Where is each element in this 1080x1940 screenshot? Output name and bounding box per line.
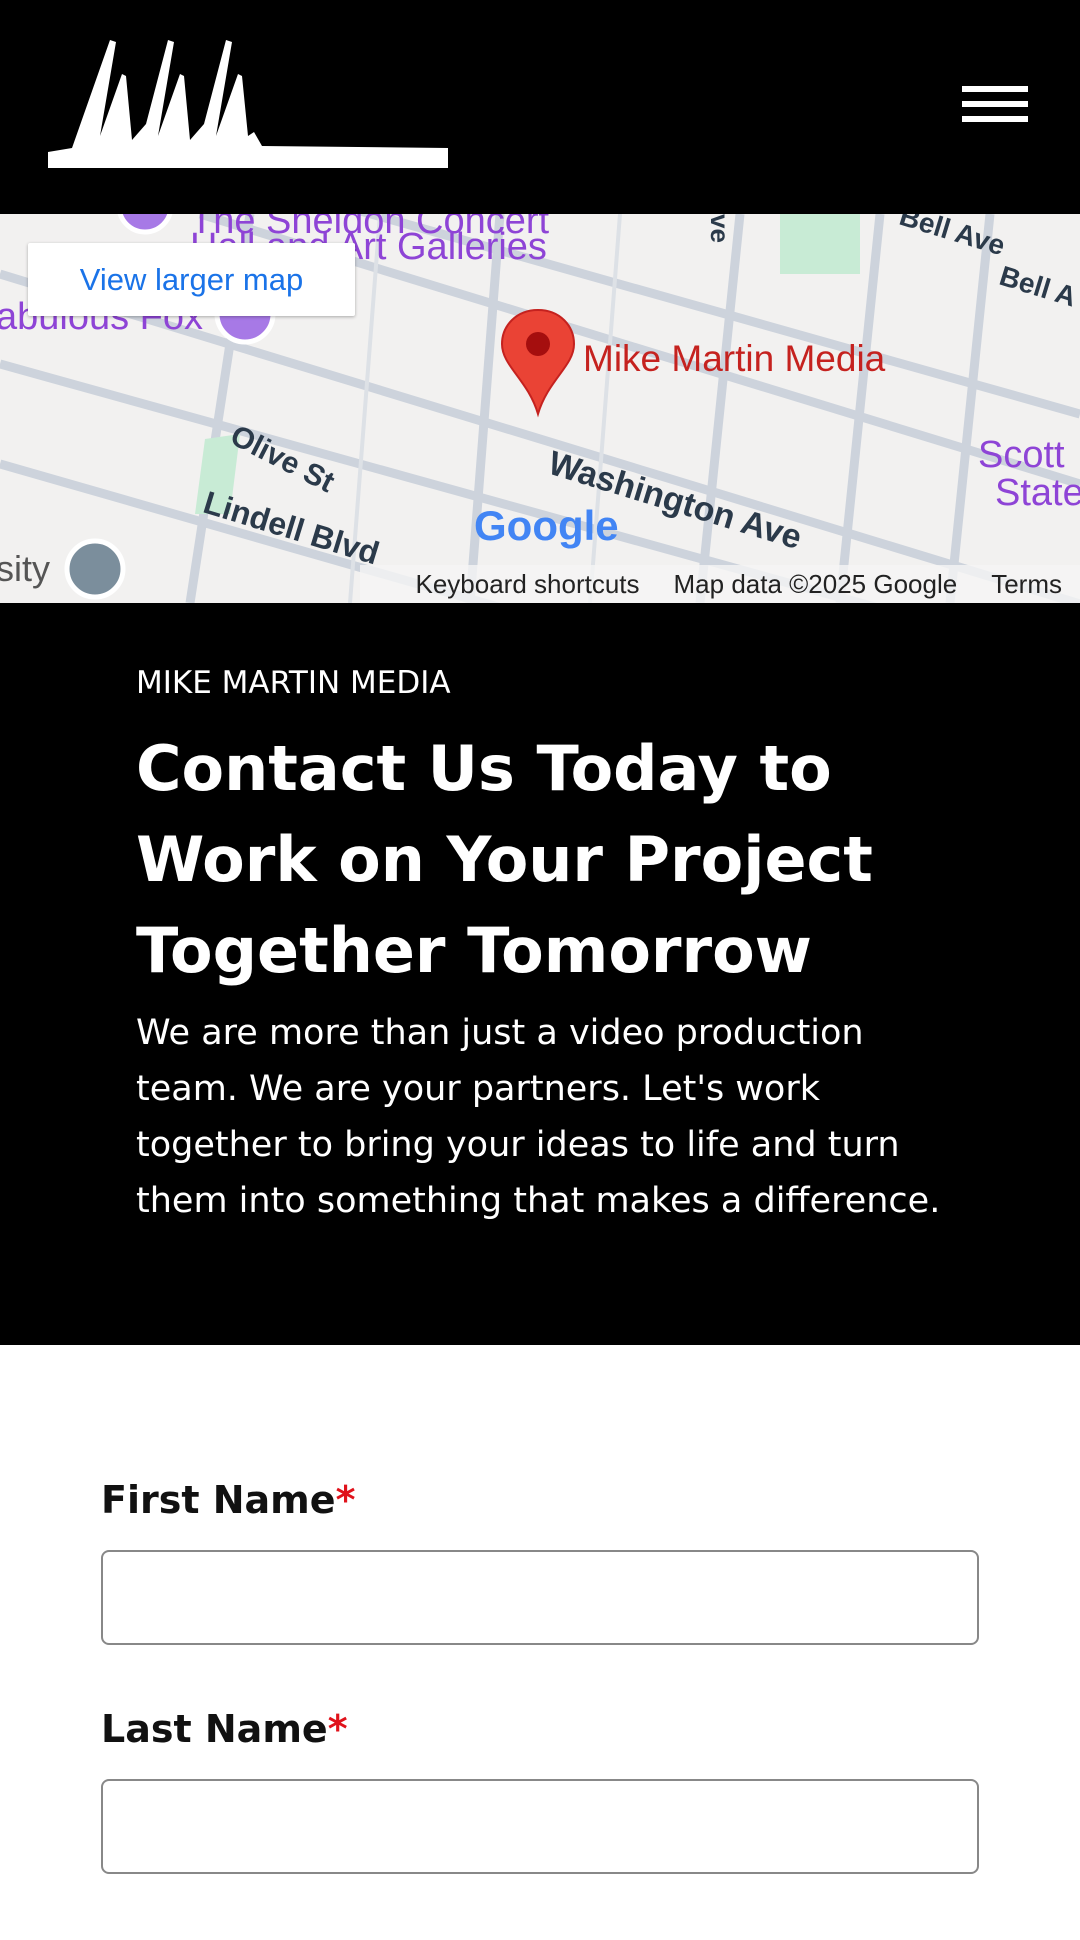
intro-paragraph: We are more than just a video production… [136, 1013, 941, 1221]
first-name-input[interactable] [101, 1550, 979, 1645]
required-asterisk: * [327, 1707, 348, 1751]
google-logo: Google [474, 502, 619, 549]
map-pin-icon [500, 308, 576, 418]
menu-bar [962, 86, 1028, 92]
poi-label: Scott [978, 434, 1065, 476]
site-header [0, 0, 1080, 214]
section-eyebrow: MIKE MARTIN MEDIA [136, 665, 451, 701]
poi-marker [117, 214, 173, 235]
menu-bar [962, 116, 1028, 122]
label-text: Last Name [101, 1707, 328, 1751]
poi-label: sity [0, 548, 50, 589]
park [780, 214, 860, 274]
street-label: ve [705, 214, 735, 243]
keyboard-shortcuts-link[interactable]: Keyboard shortcuts [416, 569, 640, 600]
university-marker [64, 538, 126, 600]
page-title: Contact Us Today to Work on Your Project… [136, 732, 873, 987]
contact-section: MIKE MARTIN MEDIA Contact Us Today to Wo… [0, 603, 1080, 1345]
road [945, 214, 995, 603]
embedded-map[interactable]: The Sheldon Concert Hall and Art Galleri… [0, 214, 1080, 603]
view-larger-map-link[interactable]: View larger map [28, 243, 355, 316]
place-label[interactable]: Mike Martin Media [583, 338, 885, 380]
last-name-label: Last Name* [101, 1707, 348, 1751]
hamburger-menu-button[interactable] [962, 82, 1028, 126]
last-name-input[interactable] [101, 1779, 979, 1874]
map-attribution: Keyboard shortcuts Map data ©2025 Google… [360, 565, 1080, 603]
menu-bar [962, 101, 1028, 107]
logo[interactable] [42, 36, 454, 170]
map-data-text: Map data ©2025 Google [673, 568, 958, 599]
required-asterisk: * [335, 1478, 356, 1522]
label-text: First Name [101, 1478, 336, 1522]
first-name-label: First Name* [101, 1478, 355, 1522]
poi-label: State [995, 472, 1080, 514]
terms-link[interactable]: Terms [991, 569, 1062, 600]
road [695, 214, 745, 603]
